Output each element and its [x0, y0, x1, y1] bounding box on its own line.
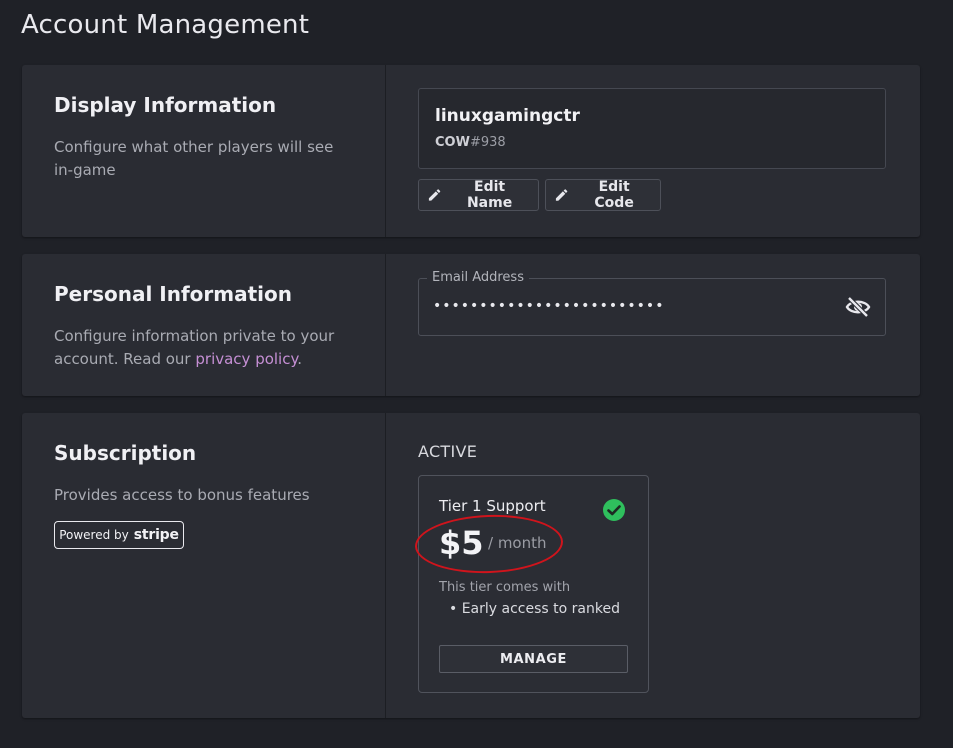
display-name-box: linuxgamingctr COW#938: [418, 88, 886, 169]
email-value[interactable]: •••••••••••••••••••••••••: [433, 298, 664, 314]
subscription-status: ACTIVE: [418, 442, 478, 461]
tier-name: Tier 1 Support: [439, 497, 546, 515]
pencil-icon: [555, 189, 568, 201]
personal-information-content: Email Address •••••••••••••••••••••••••: [386, 254, 920, 396]
page-title: Account Management: [21, 10, 310, 40]
account-management-page: Account Management Display Information C…: [0, 0, 953, 748]
pencil-icon: [428, 189, 441, 201]
display-code-prefix: COW: [435, 135, 470, 150]
edit-name-label: Edit Name: [466, 179, 513, 211]
red-highlight-circle: [414, 512, 564, 576]
personal-information-header: Personal Information Configure informati…: [22, 254, 386, 396]
subscription-content: ACTIVE Tier 1 Support $5 / month This ti…: [386, 413, 920, 718]
personal-information-card: Personal Information Configure informati…: [22, 254, 920, 396]
section-description: Configure information private to your ac…: [54, 325, 354, 371]
edit-name-button[interactable]: Edit Name: [418, 179, 539, 211]
eye-off-icon[interactable]: [845, 295, 871, 323]
display-name: linuxgamingctr: [435, 106, 580, 126]
section-description: Configure what other players will see in…: [54, 138, 334, 179]
email-field-label: Email Address: [427, 270, 529, 285]
edit-code-label: Edit Code: [594, 179, 634, 211]
manage-button[interactable]: MANAGE: [439, 645, 628, 673]
check-circle-icon: [602, 498, 626, 526]
display-code: COW#938: [435, 135, 506, 150]
section-description: Provides access to bonus features: [54, 486, 310, 504]
powered-by-stripe-badge[interactable]: Powered by stripe: [54, 521, 184, 549]
section-title: Subscription: [54, 441, 197, 465]
subscription-header: Subscription Provides access to bonus fe…: [22, 413, 386, 718]
privacy-policy-link[interactable]: privacy policy: [195, 350, 297, 368]
section-title: Display Information: [54, 93, 277, 117]
edit-code-button[interactable]: Edit Code: [545, 179, 661, 211]
section-title: Personal Information: [54, 282, 292, 306]
stripe-logo: stripe: [133, 527, 179, 543]
subscription-card: Subscription Provides access to bonus fe…: [22, 413, 920, 718]
tier-description: This tier comes with: [439, 580, 571, 595]
display-information-header: Display Information Configure what other…: [22, 65, 386, 237]
display-information-content: linuxgamingctr COW#938 Edit Name Edit Co…: [386, 65, 920, 237]
tier-feature: • Early access to ranked: [449, 601, 620, 617]
display-code-suffix: #938: [469, 135, 506, 150]
description-end: .: [297, 350, 302, 368]
display-information-card: Display Information Configure what other…: [22, 65, 920, 237]
tier-card: Tier 1 Support $5 / month This tier come…: [414, 475, 649, 693]
powered-by-label: Powered by: [59, 528, 129, 542]
email-field[interactable]: Email Address •••••••••••••••••••••••••: [418, 270, 886, 336]
